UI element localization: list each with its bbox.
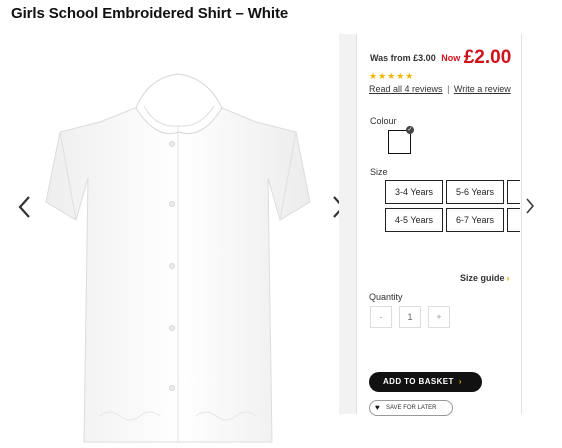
- size-option[interactable]: 5-6 Years: [446, 180, 504, 204]
- size-guide-label: Size guide: [460, 273, 505, 283]
- save-for-later-label: SAVE FOR LATER: [386, 405, 437, 411]
- write-review-link[interactable]: Write a review: [454, 84, 511, 94]
- chevron-left-icon[interactable]: [14, 193, 36, 221]
- product-title: Girls School Embroidered Shirt – White: [11, 5, 289, 22]
- size-option[interactable]: 8: [507, 208, 520, 232]
- panel-edge: [339, 34, 356, 414]
- size-option[interactable]: 6-7 Years: [446, 208, 504, 232]
- size-label: Size: [370, 167, 388, 177]
- heart-icon: ♥: [375, 403, 380, 412]
- size-guide-link[interactable]: Size guide ›: [460, 273, 510, 283]
- arrow-right-icon: ›: [458, 377, 462, 386]
- size-options: 3-4 Years 5-6 Years 7 4-5 Years 6-7 Year…: [385, 180, 520, 236]
- arrow-right-icon: ›: [506, 273, 510, 283]
- current-price: £2.00: [463, 47, 512, 68]
- price-row: Was from £3.00 Now £2.00: [370, 47, 511, 69]
- rating-stars-icon: ★★★★★: [369, 71, 415, 81]
- add-to-basket-label: ADD TO BASKET: [383, 377, 454, 386]
- quantity-input[interactable]: 1: [399, 306, 421, 328]
- add-to-basket-button[interactable]: ADD TO BASKET ›: [369, 372, 482, 392]
- product-image-shirt: [45, 73, 311, 443]
- product-gallery: [0, 34, 352, 443]
- reviews-separator: |: [447, 84, 450, 94]
- selected-check-icon: ✓: [406, 126, 414, 134]
- quantity-decrease-button[interactable]: -: [370, 306, 392, 328]
- size-option[interactable]: 3-4 Years: [385, 180, 443, 204]
- chevron-right-icon[interactable]: [524, 196, 536, 216]
- quantity-label: Quantity: [369, 292, 403, 302]
- size-option[interactable]: 7: [507, 180, 520, 204]
- now-label: Now: [441, 53, 461, 63]
- reviews-links: Read all 4 reviews | Write a review: [369, 84, 511, 94]
- quantity-increase-button[interactable]: +: [428, 306, 450, 328]
- read-reviews-link[interactable]: Read all 4 reviews: [369, 84, 443, 94]
- was-price: Was from £3.00: [370, 53, 436, 63]
- colour-label: Colour: [370, 116, 397, 126]
- size-option[interactable]: 4-5 Years: [385, 208, 443, 232]
